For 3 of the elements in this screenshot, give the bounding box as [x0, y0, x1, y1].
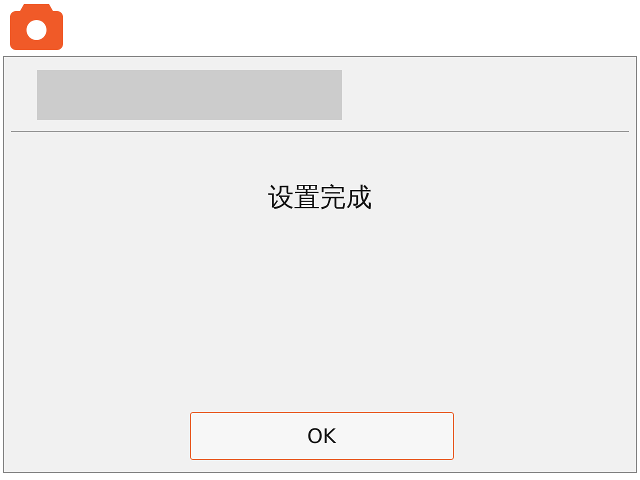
message-text: 设置完成	[268, 182, 372, 215]
camera-icon[interactable]	[10, 4, 63, 50]
ok-button[interactable]: OK	[190, 412, 454, 460]
